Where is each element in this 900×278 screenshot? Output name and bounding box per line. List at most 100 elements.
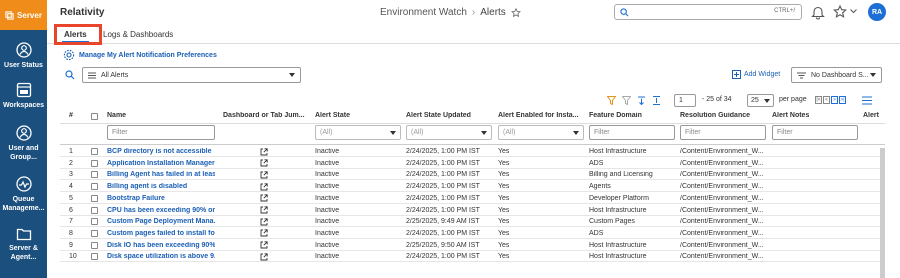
- row-name-link[interactable]: Billing Agent has failed in at leas...: [107, 171, 215, 178]
- row-checkbox[interactable]: [91, 241, 98, 249]
- open-external-icon[interactable]: [260, 159, 268, 167]
- filter-enabled-value: (All): [503, 129, 516, 136]
- row-name-link[interactable]: Custom pages failed to install for...: [107, 230, 215, 237]
- row-alert-enabled: Yes: [498, 218, 510, 226]
- select-all-checkbox[interactable]: [91, 113, 98, 120]
- filter-icon[interactable]: [607, 96, 616, 105]
- column-menu-icon[interactable]: [862, 96, 872, 105]
- row-checkbox[interactable]: [91, 159, 98, 167]
- table-row[interactable]: 5 Bootstrap Failure Inactive 2/24/2025, 1:0…: [60, 193, 885, 204]
- favorites-chevron-down-icon[interactable]: [850, 9, 857, 14]
- row-alert-state: Inactive: [315, 148, 340, 155]
- open-external-icon[interactable]: [260, 147, 268, 156]
- table-row[interactable]: 10 Disk space utilization is above 9... In…: [60, 251, 885, 263]
- row-checkbox[interactable]: [91, 218, 98, 226]
- table-row[interactable]: 3 Billing Agent has failed in at leas... I…: [60, 169, 885, 181]
- row-name-link[interactable]: Bootstrap Failure: [107, 195, 215, 202]
- top-bar: Relativity Environment Watch › Alerts CT…: [47, 0, 900, 26]
- row-name-link[interactable]: CPU has been exceeding 90% on ...: [107, 207, 215, 214]
- open-external-icon[interactable]: [260, 253, 268, 261]
- row-checkbox[interactable]: [91, 148, 98, 155]
- row-checkbox[interactable]: [91, 253, 98, 261]
- page-number-input[interactable]: 1: [674, 94, 696, 107]
- server-brand-button[interactable]: Server: [0, 0, 47, 30]
- row-name-link[interactable]: Application Installation Manager ...: [107, 160, 215, 167]
- row-resolution-guidance: /Content/Environment_W...: [680, 159, 764, 167]
- page-range-text: - 25 of 34: [702, 96, 732, 103]
- row-alert-enabled: Yes: [498, 229, 510, 237]
- clear-filter-icon[interactable]: [622, 96, 631, 105]
- breadcrumb-parent[interactable]: Environment Watch: [380, 7, 467, 18]
- global-search-input[interactable]: CTRL+/: [614, 4, 802, 20]
- row-resolution-guidance: /Content/Environment_W...: [680, 218, 764, 226]
- filter-name-input[interactable]: Filter: [107, 125, 215, 140]
- collapse-rows-icon[interactable]: [637, 96, 646, 105]
- row-alert-state-updated: 2/24/2025, 1:00 PM IST: [406, 183, 480, 191]
- table-row[interactable]: 4 Billing agent is disabled Inactive 2/24/2…: [60, 181, 885, 193]
- notifications-bell-icon[interactable]: [811, 5, 825, 20]
- manage-preferences-link[interactable]: Manage My Alert Notification Preferences: [63, 49, 217, 61]
- row-feature-domain: Agents: [589, 183, 611, 191]
- next-page-button[interactable]: >: [831, 96, 838, 104]
- tab-logs-dashboards[interactable]: Logs & Dashboards: [103, 30, 173, 39]
- filter-domain-input[interactable]: Filter: [589, 125, 675, 140]
- view-search-icon[interactable]: [65, 70, 75, 80]
- rail-item-label: Queue: [12, 196, 35, 203]
- favorites-star-icon[interactable]: [833, 5, 847, 19]
- add-widget-button[interactable]: Add Widget: [732, 70, 780, 79]
- filter-updated-value: (All): [411, 129, 424, 136]
- filter-divider: [60, 144, 885, 145]
- favorite-star-icon[interactable]: [510, 7, 521, 18]
- row-checkbox[interactable]: [91, 183, 98, 191]
- row-name-link[interactable]: BCP directory is not accessible: [107, 148, 215, 155]
- rail-item-workspaces[interactable]: Workspaces: [0, 82, 47, 110]
- table-row[interactable]: 7 Custom Page Deployment Mana... Inactive 2…: [60, 216, 885, 228]
- rail-item-user-and-group[interactable]: User and Group...: [0, 125, 47, 162]
- table-row[interactable]: 6 CPU has been exceeding 90% on ... Inacti…: [60, 205, 885, 216]
- row-alert-state: Inactive: [315, 183, 340, 191]
- row-resolution-guidance: /Content/Environment_W...: [680, 206, 764, 214]
- table-row[interactable]: 2 Application Installation Manager ... Ina…: [60, 158, 885, 169]
- row-name-link[interactable]: Disk space utilization is above 9...: [107, 253, 215, 260]
- filter-updated-select[interactable]: (All): [406, 125, 492, 140]
- view-select[interactable]: All Alerts: [82, 67, 301, 83]
- filter-state-select[interactable]: (All): [315, 125, 401, 140]
- last-page-button[interactable]: >|: [839, 96, 846, 104]
- row-checkbox[interactable]: [91, 206, 98, 214]
- expand-rows-icon[interactable]: [652, 96, 661, 105]
- row-alert-state: Inactive: [315, 241, 340, 249]
- open-external-icon[interactable]: [260, 206, 268, 214]
- row-checkbox[interactable]: [91, 194, 98, 202]
- rail-item-server-agent[interactable]: Server & Agent...: [0, 227, 47, 262]
- row-alert-state-updated: 2/24/2025, 1:00 PM IST: [406, 171, 480, 179]
- row-alert-state: Inactive: [315, 218, 340, 226]
- dashboard-select[interactable]: No Dashboard S...: [791, 67, 882, 83]
- per-page-select[interactable]: 25: [747, 94, 774, 107]
- table-row[interactable]: 9 Disk IO has been exceeding 90% ... Inact…: [60, 240, 885, 251]
- first-page-button[interactable]: |<: [815, 96, 822, 104]
- user-avatar[interactable]: RA: [868, 3, 886, 21]
- grid-scrollbar[interactable]: [880, 148, 885, 278]
- prev-page-button[interactable]: <: [823, 96, 830, 104]
- rail-item-queue-management[interactable]: Queue Manageme...: [0, 176, 47, 213]
- open-external-icon[interactable]: [260, 194, 268, 202]
- row-name-link[interactable]: Custom Page Deployment Mana...: [107, 218, 215, 225]
- open-external-icon[interactable]: [260, 218, 268, 226]
- rail-item-user-status[interactable]: User Status: [0, 42, 47, 70]
- filter-enabled-select[interactable]: (All): [498, 125, 584, 140]
- scrollbar-thumb[interactable]: [880, 148, 885, 278]
- open-external-icon[interactable]: [260, 182, 268, 191]
- row-name-link[interactable]: Billing agent is disabled: [107, 183, 215, 190]
- open-external-icon[interactable]: [260, 229, 268, 237]
- filter-guidance-input[interactable]: Filter: [680, 125, 766, 140]
- brand-label: Server: [17, 10, 42, 20]
- filter-notes-input[interactable]: Filter: [772, 125, 858, 140]
- row-name-link[interactable]: Disk IO has been exceeding 90% ...: [107, 242, 215, 249]
- row-checkbox[interactable]: [91, 171, 98, 179]
- table-row[interactable]: 1 BCP directory is not accessible Inactive…: [60, 146, 885, 157]
- row-checkbox[interactable]: [91, 229, 98, 237]
- table-row[interactable]: 8 Custom pages failed to install for... In…: [60, 228, 885, 239]
- open-external-icon[interactable]: [260, 241, 268, 249]
- view-select-value: All Alerts: [101, 71, 129, 79]
- open-external-icon[interactable]: [260, 171, 268, 179]
